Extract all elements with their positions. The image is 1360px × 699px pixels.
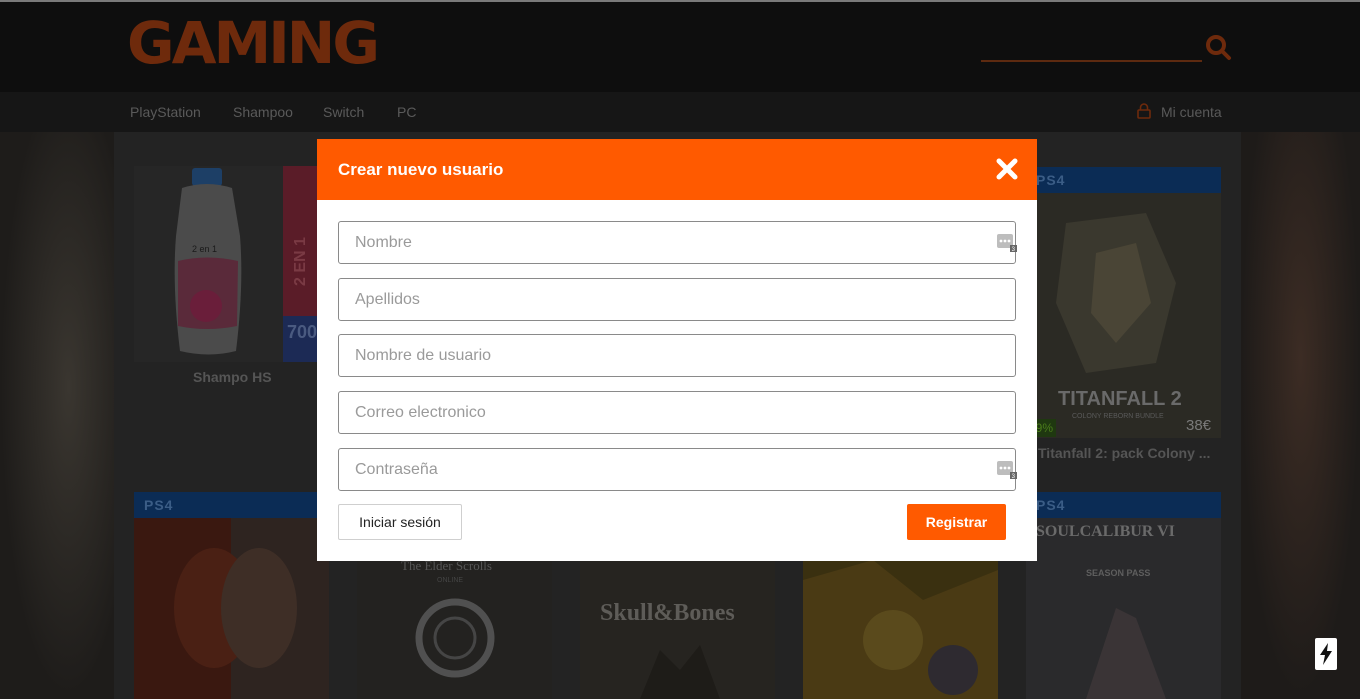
product-title-titanfall[interactable]: Titanfall 2: pack Colony ... xyxy=(1038,445,1210,461)
register-modal: Crear nuevo usuario 3 3 Iniciar sesión R… xyxy=(317,139,1037,561)
product-title-shampoo[interactable]: Shampo HS xyxy=(193,369,272,385)
skull-bones-title: Skull&Bones xyxy=(600,600,735,626)
product-price-titanfall: 38€ xyxy=(1186,417,1212,434)
first-name-field[interactable] xyxy=(338,221,1016,264)
username-field[interactable] xyxy=(338,334,1016,377)
account-label: Mi cuenta xyxy=(1161,104,1222,120)
nav-item-playstation[interactable]: PlayStation xyxy=(130,104,201,120)
bolt-icon[interactable] xyxy=(1315,638,1337,670)
skull-bones-cover-image: Skull&Bones xyxy=(580,560,775,699)
product-card-tekken[interactable]: PS4 xyxy=(134,492,329,699)
login-button[interactable]: Iniciar sesión xyxy=(338,504,462,540)
product-card-skull-bones[interactable]: Skull&Bones xyxy=(580,560,775,699)
site-logo[interactable]: GAMING xyxy=(127,14,380,72)
ps4-badge: PS4 xyxy=(1026,492,1221,518)
ps4-badge: PS4 xyxy=(134,492,329,518)
ps4-badge: PS4 xyxy=(1026,167,1221,193)
background-art-right xyxy=(1241,132,1360,699)
nav-item-shampoo[interactable]: Shampoo xyxy=(233,104,293,120)
soulcalibur-title: SOULCALIBUR VI xyxy=(1036,523,1175,540)
shampoo-bottle-label: 2 en 1 xyxy=(192,244,217,254)
shampoo-box-image: 2 EN 1 700 xyxy=(283,166,317,362)
email-field[interactable] xyxy=(338,391,1016,434)
elder-scrolls-cover-image: The Elder Scrolls ONLINE xyxy=(357,548,552,699)
close-icon[interactable] xyxy=(994,156,1020,182)
tekken-cover-image xyxy=(134,518,329,699)
product-card-naruto[interactable] xyxy=(803,560,998,699)
password-field[interactable] xyxy=(338,448,1016,491)
product-card-shampoo-box[interactable]: 2 EN 1 700 xyxy=(283,166,317,362)
last-name-field[interactable] xyxy=(338,278,1016,321)
titanfall-cover-image: TITANFALL 2 COLONY REBORN BUNDLE xyxy=(1026,193,1221,438)
modal-title: Crear nuevo usuario xyxy=(338,160,504,179)
background-art-left xyxy=(0,132,114,699)
password-manager-icon[interactable]: 3 xyxy=(997,234,1017,253)
soulcalibur-cover-image: SOULCALIBUR VI SEASON PASS xyxy=(1026,518,1221,699)
nav-item-pc[interactable]: PC xyxy=(397,104,416,120)
shampoo-box-ml: 700 xyxy=(287,322,317,342)
naruto-cover-image xyxy=(803,560,998,699)
product-card-soulcalibur[interactable]: PS4 SOULCALIBUR VI SEASON PASS xyxy=(1026,492,1221,699)
search-icon[interactable] xyxy=(1204,34,1232,62)
product-card-elder-scrolls[interactable]: The Elder Scrolls ONLINE xyxy=(357,548,552,699)
titanfall-cover-subtitle: COLONY REBORN BUNDLE xyxy=(1072,413,1164,420)
product-card-titanfall[interactable]: PS4 TITANFALL 2 COLONY REBORN BUNDLE xyxy=(1026,167,1221,438)
titanfall-cover-title: TITANFALL 2 xyxy=(1058,388,1182,410)
shampoo-box-label: 2 EN 1 xyxy=(292,237,309,286)
nav-item-switch[interactable]: Switch xyxy=(323,104,364,120)
elder-scrolls-subtitle: ONLINE xyxy=(437,577,463,584)
search-input-underline[interactable] xyxy=(981,60,1202,62)
account-link[interactable]: Mi cuenta xyxy=(1137,102,1222,122)
lock-icon xyxy=(1137,102,1151,122)
password-manager-icon[interactable]: 3 xyxy=(997,461,1017,480)
soulcalibur-subtitle: SEASON PASS xyxy=(1086,568,1150,578)
register-button[interactable]: Registrar xyxy=(907,504,1006,540)
